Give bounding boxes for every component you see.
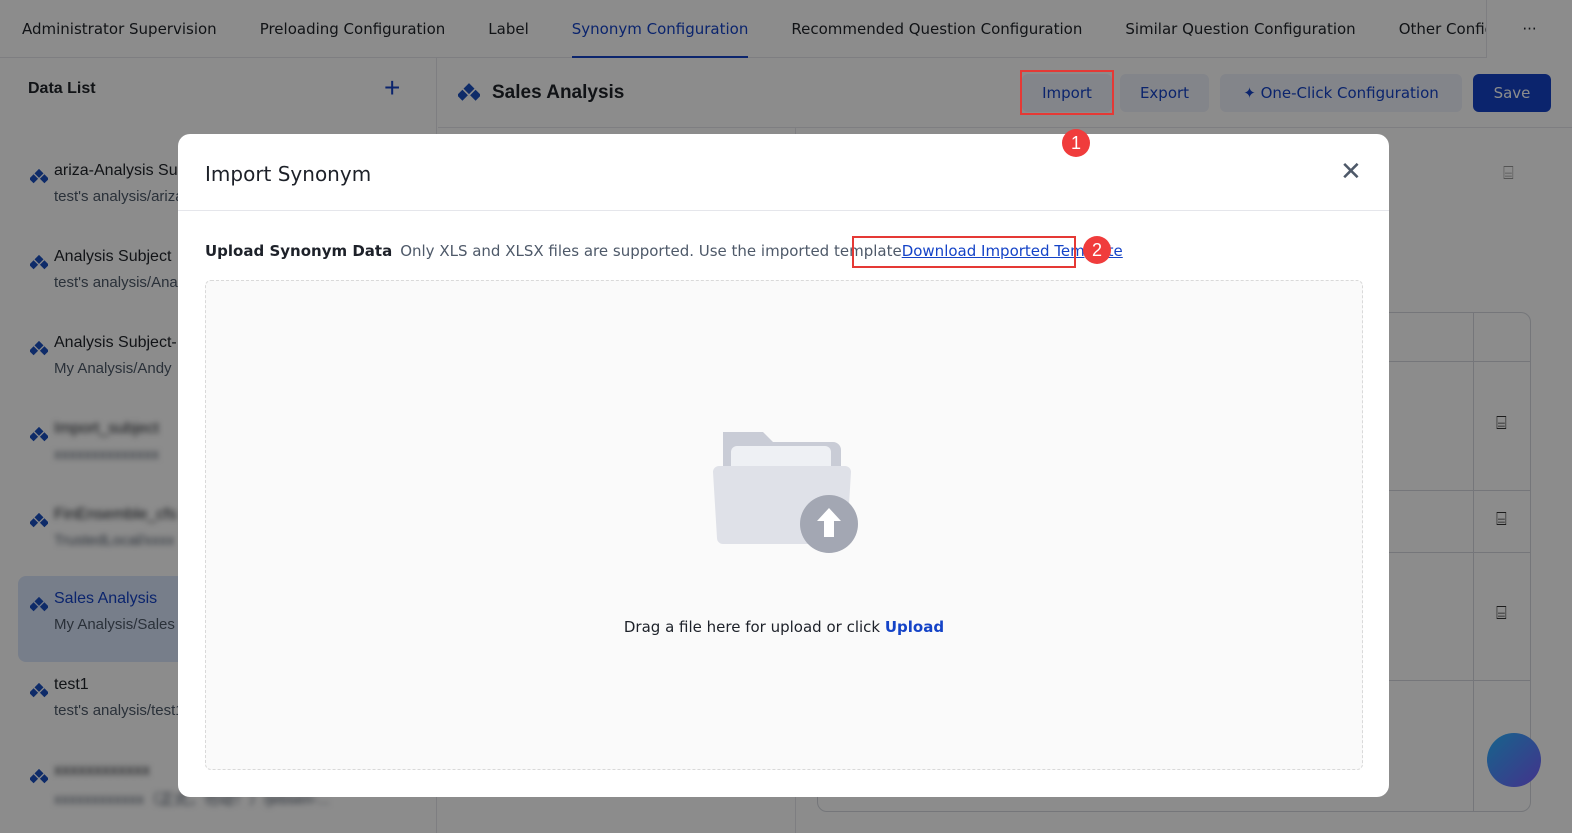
- folder-upload-icon: [713, 432, 858, 553]
- divider: [178, 210, 1389, 211]
- upload-link[interactable]: Upload: [885, 618, 944, 636]
- annotation-box-import: [1020, 70, 1114, 115]
- upload-hint: Only XLS and XLSX files are supported. U…: [400, 242, 902, 260]
- import-synonym-dialog: Import Synonym ✕ Upload Synonym Data Only…: [178, 134, 1389, 797]
- dialog-title: Import Synonym: [205, 162, 372, 186]
- annotation-box-download: [852, 236, 1076, 268]
- dropzone-text: Drag a file here for upload or click Upl…: [206, 618, 1362, 636]
- drop-instructions: Drag a file here for upload or click: [623, 618, 881, 636]
- upload-dropzone[interactable]: Drag a file here for upload or click Upl…: [205, 280, 1363, 770]
- annotation-badge-1: 1: [1062, 129, 1090, 157]
- upload-label: Upload Synonym Data: [205, 242, 393, 260]
- close-icon[interactable]: ✕: [1340, 156, 1362, 187]
- annotation-badge-2: 2: [1083, 236, 1111, 264]
